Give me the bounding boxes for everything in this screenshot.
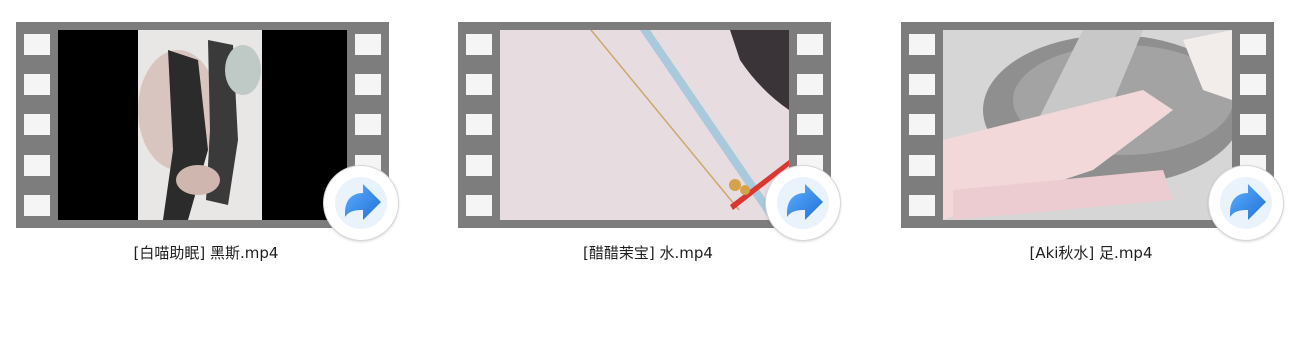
file-name[interactable]: [醋醋茉宝] 水.mp4 (458, 242, 838, 263)
share-arrow-icon (324, 166, 398, 240)
file-item[interactable]: [醋醋茉宝] 水.mp4 (458, 0, 858, 270)
video-frame (943, 30, 1232, 220)
film-sprocket-holes (24, 34, 50, 220)
file-name[interactable]: [白喵助眠] 黑斯.mp4 (16, 242, 396, 263)
film-sprocket-holes (909, 34, 935, 220)
file-name[interactable]: [Aki秋水] 足.mp4 (901, 242, 1281, 263)
file-item[interactable]: [Aki秋水] 足.mp4 (901, 0, 1301, 270)
film-sprocket-holes (466, 34, 492, 220)
video-thumbnail-image (943, 30, 1232, 220)
file-item[interactable]: [白喵助眠] 黑斯.mp4 (16, 0, 416, 270)
video-thumbnail-image (500, 30, 789, 220)
file-grid: [白喵助眠] 黑斯.mp4 [醋醋茉宝] 水.mp4 [Aki秋水] 足.mp4 (0, 0, 1306, 337)
video-frame (500, 30, 789, 220)
video-thumbnail-image (58, 30, 347, 220)
video-frame (58, 30, 347, 220)
share-arrow-icon (1209, 166, 1283, 240)
share-arrow-icon (766, 166, 840, 240)
